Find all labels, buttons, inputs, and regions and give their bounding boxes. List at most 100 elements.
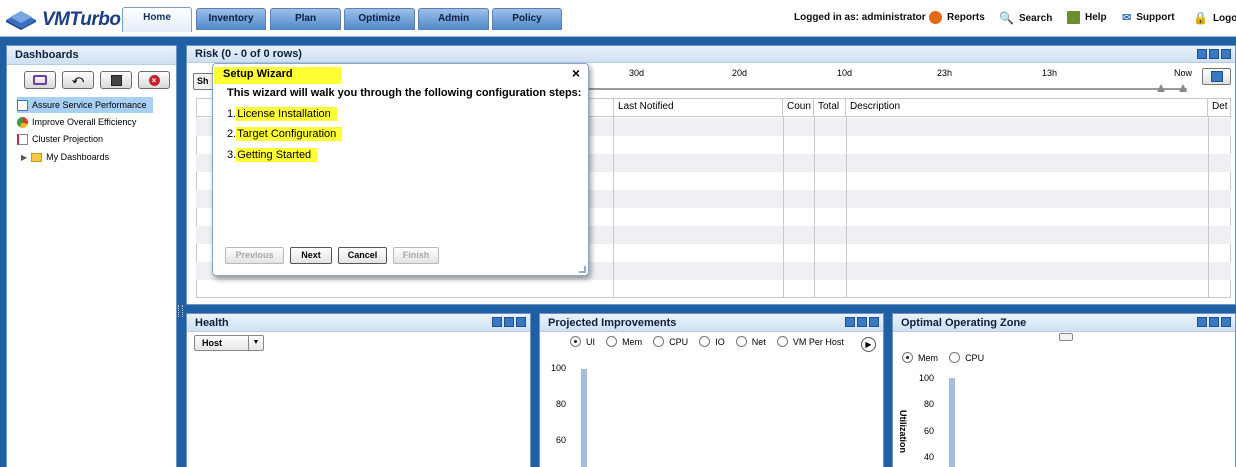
sidebar-item-cluster-projection[interactable]: Cluster Projection (17, 131, 103, 147)
projected-improvements-panel: Projected Improvements UI Mem CPU IO Net… (539, 313, 884, 467)
finish-button[interactable]: Finish (393, 247, 439, 264)
column-header-description[interactable]: Description (846, 98, 1208, 116)
timeline-label: 30d (629, 68, 645, 78)
close-icon[interactable] (1221, 317, 1231, 327)
sidebar-title: Dashboards (7, 46, 176, 65)
tab-home[interactable]: Home (122, 7, 192, 32)
wizard-close-icon[interactable]: × (572, 65, 580, 81)
step-number: 2. (227, 128, 237, 140)
delete-button[interactable]: × (138, 71, 170, 89)
export-icon (1210, 71, 1223, 82)
sidebar-item-assure-service-performance[interactable]: Assure Service Performance (17, 97, 153, 113)
tab-plan[interactable]: Plan (270, 8, 341, 30)
support-label: Support (1136, 12, 1175, 23)
dashboards-sidebar: Dashboards ⤺ × Assure Service Performanc… (6, 45, 177, 467)
splitter-handle[interactable] (178, 305, 183, 317)
minimize-icon[interactable] (1209, 49, 1219, 59)
sidebar-item-improve-overall-efficiency[interactable]: Improve Overall Efficiency (17, 114, 136, 130)
sidebar-item-label: Improve Overall Efficiency (32, 117, 137, 127)
timeline-label: 20d (732, 68, 748, 78)
wizard-title: Setup Wizard (223, 68, 293, 80)
timeline-label: 13h (1042, 68, 1058, 78)
monitor-icon (33, 75, 47, 85)
tab-admin[interactable]: Admin (418, 8, 489, 30)
logged-in-label: Logged in as: administrator (794, 12, 926, 23)
wizard-step-2[interactable]: 2.Target Configuration (227, 127, 343, 141)
tab-inventory[interactable]: Inventory (196, 8, 266, 30)
step-number: 1. (227, 108, 237, 120)
minimize-icon[interactable] (1209, 317, 1219, 327)
health-window-controls (492, 317, 526, 327)
health-type-select[interactable]: Host ▼ (194, 335, 264, 351)
option-label: VM Per Host (792, 336, 844, 347)
timeline-label: 23h (937, 68, 953, 78)
radio-icon (776, 336, 788, 347)
option-mem[interactable]: Mem (902, 352, 938, 363)
option-net[interactable]: Net (735, 336, 766, 347)
popout-icon[interactable] (1197, 317, 1207, 327)
timeline-track[interactable] (587, 88, 1187, 90)
risk-title: Risk (0 - 0 of 0 rows) (187, 46, 1235, 63)
help-link[interactable]: Help (1067, 11, 1107, 24)
gauge-icon (17, 116, 28, 128)
sidebar-item-label: Cluster Projection (32, 134, 104, 144)
column-header-total[interactable]: Total (814, 98, 846, 116)
option-io[interactable]: IO (699, 336, 725, 347)
reports-link[interactable]: Reports (929, 11, 985, 24)
minimize-icon[interactable] (857, 317, 867, 327)
tab-policy[interactable]: Policy (492, 8, 562, 30)
export-button[interactable] (1202, 68, 1231, 85)
popout-icon[interactable] (1197, 49, 1207, 59)
wizard-step-3[interactable]: 3.Getting Started (227, 148, 318, 162)
next-button[interactable]: Next (290, 247, 332, 264)
y-axis-label: Utilization (898, 410, 908, 453)
save-button[interactable] (100, 71, 132, 89)
vmturbo-logo[interactable]: VMTurbo (4, 6, 122, 32)
projected-metric-options: UI Mem CPU IO Net VM Per Host (570, 336, 852, 350)
chart-axis-bar (949, 378, 955, 467)
option-ui[interactable]: UI (570, 336, 595, 347)
y-tick-label: 80 (555, 399, 566, 409)
popout-icon[interactable] (845, 317, 855, 327)
optimal-operating-zone-panel: Optimal Operating Zone Mem CPU 100 80 60… (892, 313, 1236, 467)
checkbox-icon (17, 99, 28, 111)
column-header-last-notified[interactable]: Last Notified (613, 98, 783, 116)
option-mem[interactable]: Mem (606, 336, 642, 347)
support-link[interactable]: ✉ Support (1122, 11, 1175, 24)
resize-grip-icon[interactable] (579, 266, 586, 273)
previous-button[interactable]: Previous (225, 247, 284, 264)
new-dashboard-button[interactable] (24, 71, 56, 89)
search-link[interactable]: 🔍 Search (999, 11, 1052, 25)
wizard-step-1[interactable]: 1.License Installation (227, 107, 337, 121)
step-label: Getting Started (236, 148, 318, 162)
column-header-count[interactable]: Coun (783, 98, 814, 116)
chart-icon (17, 133, 28, 145)
risk-window-controls (1197, 49, 1231, 59)
minimize-icon[interactable] (504, 317, 514, 327)
sidebar-item-label: Assure Service Performance (32, 100, 147, 110)
collapse-handle-icon[interactable] (1059, 333, 1073, 341)
sidebar-item-my-dashboards[interactable]: ▶ My Dashboards (21, 149, 109, 165)
popout-icon[interactable] (492, 317, 502, 327)
tab-optimize[interactable]: Optimize (344, 8, 415, 30)
next-arrow-icon[interactable]: ▶ (861, 337, 876, 352)
projected-window-controls (845, 317, 879, 327)
column-header-details[interactable]: Det (1208, 98, 1232, 116)
close-icon[interactable] (516, 317, 526, 327)
y-tick-label: 60 (923, 426, 934, 436)
projected-title: Projected Improvements (540, 314, 883, 332)
refresh-button[interactable]: ⤺ (62, 71, 94, 89)
close-icon[interactable] (1221, 49, 1231, 59)
chart-axis-bar (581, 369, 587, 467)
option-vm-per-host[interactable]: VM Per Host (776, 336, 844, 347)
logout-link[interactable]: 🔒 Logout (1193, 11, 1236, 25)
close-icon[interactable] (869, 317, 879, 327)
radio-icon (606, 336, 618, 347)
health-title: Health (187, 314, 530, 332)
y-tick-label: 60 (555, 435, 566, 445)
option-cpu[interactable]: CPU (653, 336, 688, 347)
option-cpu[interactable]: CPU (949, 352, 984, 363)
expand-arrow-icon: ▶ (21, 152, 28, 162)
radio-icon (699, 336, 711, 347)
cancel-button[interactable]: Cancel (338, 247, 387, 264)
